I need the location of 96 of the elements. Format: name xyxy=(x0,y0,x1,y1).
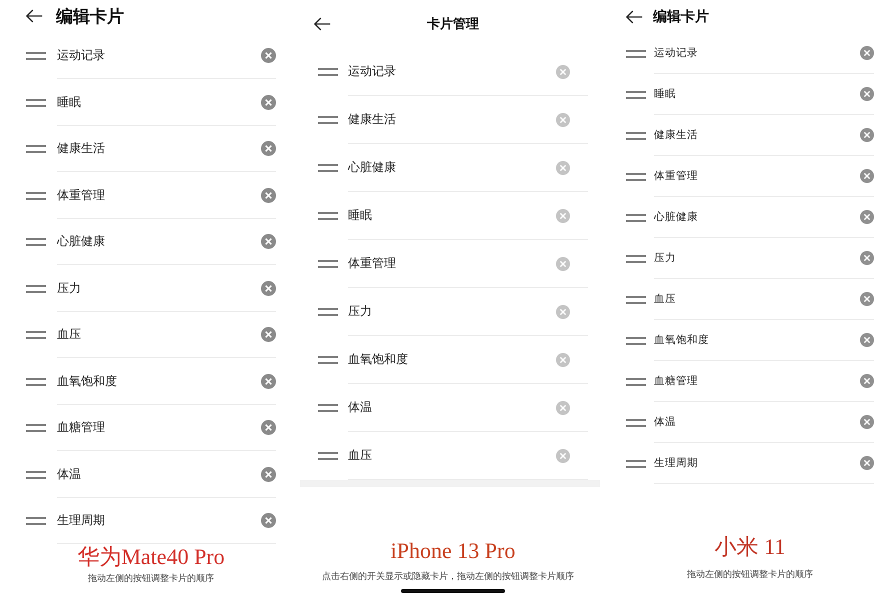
remove-icon[interactable] xyxy=(261,513,276,528)
drag-handle-icon[interactable] xyxy=(626,296,646,304)
hint-text: 点击右侧的开关显示或隐藏卡片，拖动左侧的按钮调整卡片顺序 xyxy=(321,570,575,583)
device-caption: 华为Mate40 Pro xyxy=(76,544,226,570)
page-title: 卡片管理 xyxy=(427,16,479,33)
remove-icon[interactable] xyxy=(860,251,874,265)
drag-handle-icon[interactable] xyxy=(318,68,338,76)
drag-handle-icon[interactable] xyxy=(626,254,646,262)
drag-handle-icon[interactable] xyxy=(26,98,46,107)
card-label: 压力 xyxy=(654,251,676,265)
card-label: 健康生活 xyxy=(654,128,698,142)
drag-handle-icon[interactable] xyxy=(26,470,46,479)
card-label: 心脏健康 xyxy=(654,210,698,224)
drag-handle-icon[interactable] xyxy=(26,284,46,293)
drag-handle-icon[interactable] xyxy=(318,452,338,460)
card-label: 压力 xyxy=(348,303,372,320)
drag-handle-icon[interactable] xyxy=(626,418,646,426)
drag-handle-icon[interactable] xyxy=(26,517,46,526)
remove-icon[interactable] xyxy=(261,94,276,110)
card-label: 生理周期 xyxy=(654,456,698,470)
remove-icon[interactable] xyxy=(860,333,874,347)
device-caption: 小米 11 xyxy=(714,534,786,560)
drag-handle-icon[interactable] xyxy=(318,260,338,268)
card-label: 体温 xyxy=(348,399,372,416)
remove-icon[interactable] xyxy=(860,292,874,306)
drag-handle-icon[interactable] xyxy=(26,238,46,246)
hint-text: 拖动左侧的按钮调整卡片的顺序 xyxy=(686,568,814,581)
drag-handle-icon[interactable] xyxy=(318,116,338,124)
card-label: 血氧饱和度 xyxy=(348,351,408,368)
card-label: 体温 xyxy=(57,466,81,483)
card-label: 生理周期 xyxy=(57,512,105,530)
remove-icon[interactable] xyxy=(261,420,276,436)
drag-handle-icon[interactable] xyxy=(26,331,46,340)
drag-handle-icon[interactable] xyxy=(626,172,646,180)
page-title: 编辑卡片 xyxy=(56,6,124,28)
drag-handle-icon[interactable] xyxy=(626,132,646,140)
drag-handle-icon[interactable] xyxy=(318,212,338,220)
back-icon[interactable] xyxy=(26,9,43,24)
card-label: 睡眠 xyxy=(57,94,81,111)
drag-handle-icon[interactable] xyxy=(626,336,646,344)
remove-icon[interactable] xyxy=(261,280,276,296)
card-label: 血压 xyxy=(348,447,372,464)
card-label: 健康生活 xyxy=(57,140,105,158)
hint-text: 拖动左侧的按钮调整卡片的顺序 xyxy=(87,572,215,586)
card-label: 体重管理 xyxy=(348,255,396,272)
card-label: 血压 xyxy=(57,326,81,344)
remove-icon[interactable] xyxy=(860,87,874,101)
remove-icon[interactable] xyxy=(860,415,874,429)
device-caption: iPhone 13 Pro xyxy=(390,538,516,564)
remove-icon[interactable] xyxy=(261,466,276,482)
card-label: 血糖管理 xyxy=(57,419,105,436)
drag-handle-icon[interactable] xyxy=(626,50,646,58)
remove-icon[interactable] xyxy=(860,46,874,60)
card-label: 运动记录 xyxy=(654,46,698,60)
drag-handle-icon[interactable] xyxy=(26,424,46,432)
card-label: 运动记录 xyxy=(57,47,105,64)
card-label: 体温 xyxy=(654,415,676,429)
page-title: 编辑卡片 xyxy=(653,8,709,26)
card-label: 血糖管理 xyxy=(654,374,698,388)
remove-icon[interactable] xyxy=(261,188,276,203)
card-label: 血压 xyxy=(654,292,676,306)
drag-handle-icon[interactable] xyxy=(26,52,46,60)
drag-handle-icon[interactable] xyxy=(318,356,338,364)
drag-handle-icon[interactable] xyxy=(626,90,646,98)
drag-handle-icon[interactable] xyxy=(26,378,46,386)
remove-icon[interactable] xyxy=(261,234,276,250)
remove-icon[interactable] xyxy=(261,327,276,342)
card-label: 心脏健康 xyxy=(348,159,396,176)
drag-handle-icon[interactable] xyxy=(626,460,646,468)
back-icon[interactable] xyxy=(626,10,643,24)
remove-icon[interactable] xyxy=(261,374,276,389)
back-icon[interactable] xyxy=(314,17,331,31)
card-label: 体重管理 xyxy=(57,186,105,204)
card-label: 睡眠 xyxy=(348,207,372,224)
card-label: 血氧饱和度 xyxy=(654,333,709,347)
card-label: 健康生活 xyxy=(348,111,396,128)
remove-icon[interactable] xyxy=(261,48,276,64)
drag-handle-icon[interactable] xyxy=(626,378,646,386)
card-label: 睡眠 xyxy=(654,87,676,101)
drag-handle-icon[interactable] xyxy=(26,145,46,154)
remove-icon[interactable] xyxy=(261,141,276,156)
remove-icon[interactable] xyxy=(860,210,874,224)
card-label: 血氧饱和度 xyxy=(57,372,117,390)
drag-handle-icon[interactable] xyxy=(626,214,646,222)
drag-handle-icon[interactable] xyxy=(318,164,338,172)
card-label: 压力 xyxy=(57,280,81,297)
card-label: 心脏健康 xyxy=(57,233,105,250)
drag-handle-icon[interactable] xyxy=(26,192,46,200)
card-label: 体重管理 xyxy=(654,169,698,183)
drag-handle-icon[interactable] xyxy=(318,308,338,316)
remove-icon[interactable] xyxy=(860,456,874,470)
card-label: 运动记录 xyxy=(348,63,396,80)
remove-icon[interactable] xyxy=(860,128,874,142)
drag-handle-icon[interactable] xyxy=(318,404,338,412)
remove-icon[interactable] xyxy=(860,374,874,388)
remove-icon[interactable] xyxy=(860,169,874,183)
